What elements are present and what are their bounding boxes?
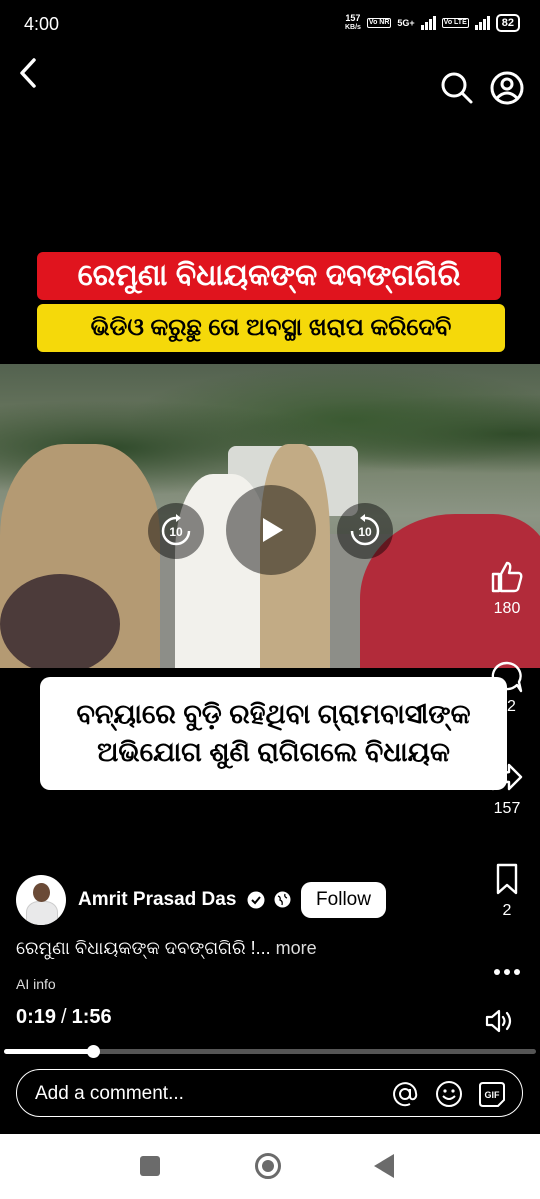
globe-icon	[274, 891, 291, 908]
gif-icon[interactable]: GIF	[478, 1080, 506, 1108]
current-time: 0:19	[16, 1006, 57, 1028]
post-caption[interactable]: ରେମୁଣା ବିଧାୟକଙ୍କ ଦବଙ୍ଗଗିରି !... more	[16, 938, 317, 959]
follow-button[interactable]: Follow	[301, 882, 386, 918]
forward-10-button[interactable]: 10	[337, 503, 393, 559]
like-button[interactable]: 180	[482, 560, 532, 618]
save-count: 2	[502, 902, 512, 919]
volte-badge: Vo LTE	[441, 18, 469, 28]
share-count: 157	[493, 800, 521, 817]
status-indicators: 157 KB/s Vo NR 5G+ Vo LTE 82	[345, 14, 520, 32]
network-speed-value: 157	[345, 13, 361, 23]
time-display: 0:19/1:56	[16, 1006, 112, 1029]
share-button[interactable]: 157	[482, 760, 532, 818]
status-time: 4:00	[24, 14, 60, 34]
comment-icon	[491, 661, 523, 693]
home-icon[interactable]	[255, 1153, 281, 1179]
video-caption-box: ବନ୍ୟାରେ ବୁଡ଼ି ରହିଥିବା ଗ୍ରାମବାସୀଙ୍କ ଅଭିଯୋ…	[40, 677, 507, 790]
rewind-icon: 10	[161, 514, 191, 546]
system-back-icon[interactable]	[374, 1154, 394, 1178]
time-separator: /	[61, 1006, 67, 1028]
progress-fill	[4, 1049, 93, 1054]
share-icon	[491, 763, 523, 791]
rewind-label: 10	[169, 525, 183, 539]
battery-indicator: 82	[495, 14, 520, 32]
video-progress-bar[interactable]	[4, 1045, 536, 1058]
comment-count: 42	[498, 698, 516, 715]
comment-bar[interactable]: Add a comment... GIF	[16, 1069, 523, 1117]
comment-input[interactable]: Add a comment...	[35, 1083, 184, 1105]
recents-icon[interactable]	[140, 1156, 160, 1176]
network-5g-label: 5G+	[397, 18, 415, 28]
ai-info-link[interactable]: AI info	[16, 976, 56, 992]
post-caption-text: ରେମୁଣା ବିଧାୟକଙ୍କ ଦବଙ୍ଗଗିରି !...	[16, 938, 271, 958]
like-count: 180	[493, 600, 521, 617]
verified-icon	[247, 891, 265, 909]
forward-icon: 10	[350, 514, 380, 546]
more-link[interactable]: more	[276, 938, 317, 958]
play-button[interactable]	[226, 485, 316, 575]
bookmark-icon	[496, 863, 518, 895]
rewind-10-button[interactable]: 10	[148, 503, 204, 559]
thumbs-up-icon	[491, 561, 523, 593]
duration: 1:56	[71, 1006, 112, 1028]
author-name[interactable]: Amrit Prasad Das	[78, 889, 236, 911]
comment-button[interactable]: 42	[482, 660, 532, 716]
video-headline-yellow: ଭିଡିଓ କରୁଛୁ ତୋ ଅବସ୍ଥା ଖରାପ କରିଦେବି	[37, 304, 505, 352]
volume-icon[interactable]	[484, 1006, 514, 1036]
search-icon[interactable]	[440, 71, 474, 105]
video-caption-line-2: ଅଭିଯୋଗ ଶୁଣି ରାଗିଗଲେ ବିଧାୟକ	[97, 736, 450, 767]
more-icon[interactable]	[492, 962, 522, 982]
save-button[interactable]: 2	[482, 862, 532, 920]
back-icon[interactable]	[14, 56, 44, 90]
emoji-icon[interactable]	[435, 1080, 463, 1108]
signal-icon-2	[474, 16, 490, 30]
play-icon	[263, 518, 283, 542]
avatar[interactable]	[16, 875, 66, 925]
network-speed: 157 KB/s	[345, 14, 361, 32]
status-bar: 4:00 157 KB/s Vo NR 5G+ Vo LTE 82	[0, 0, 540, 50]
video-headline-red: ରେମୁଣା ବିଧାୟକଙ୍କ ଦବଙ୍ଗଗିରି	[37, 252, 501, 300]
profile-icon[interactable]	[490, 71, 524, 105]
network-speed-unit: KB/s	[344, 24, 361, 31]
vonr-badge: Vo NR	[366, 18, 392, 28]
forward-label: 10	[358, 525, 372, 539]
video-caption-line-1: ବନ୍ୟାରେ ବୁଡ଼ି ରହିଥିବା ଗ୍ରାମବାସୀଙ୍କ	[76, 698, 471, 729]
signal-icon	[420, 16, 436, 30]
progress-thumb[interactable]	[87, 1045, 100, 1058]
svg-text:GIF: GIF	[485, 1090, 501, 1100]
system-nav-bar	[0, 1134, 540, 1199]
at-icon[interactable]	[391, 1080, 419, 1108]
video-person-foreground	[0, 574, 120, 668]
